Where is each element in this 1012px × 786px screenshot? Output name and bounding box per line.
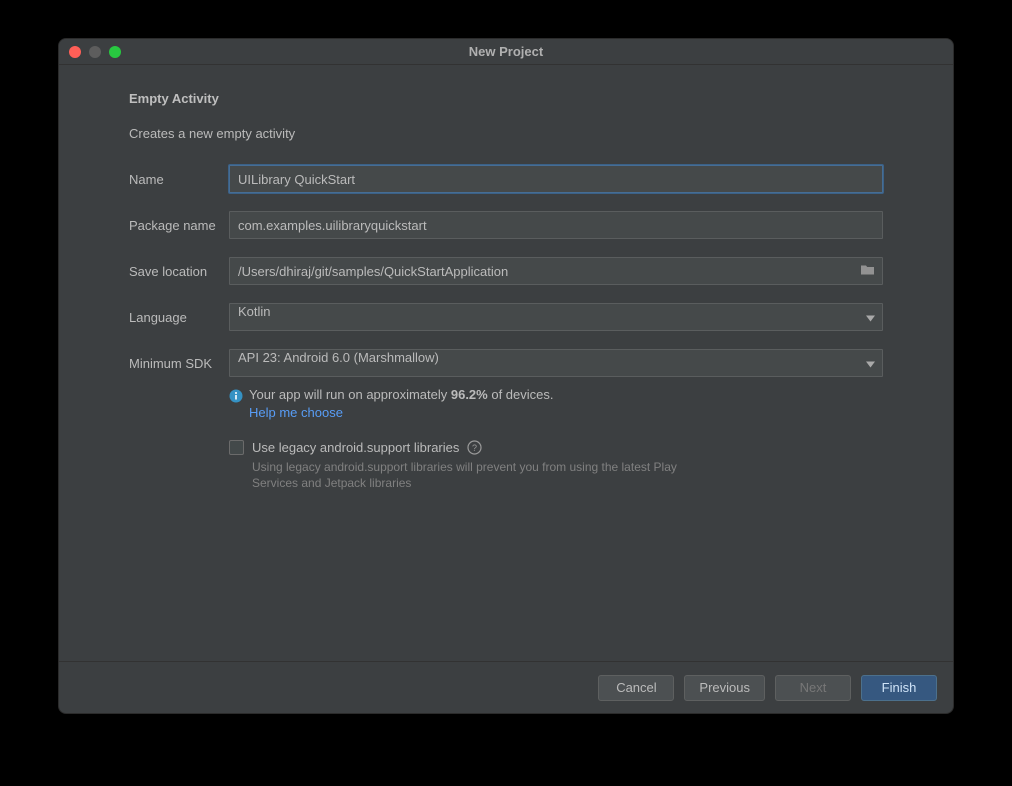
use-legacy-support-hint: Using legacy android.support libraries w… — [252, 459, 692, 491]
save-location-input[interactable] — [229, 257, 883, 285]
browse-folder-icon[interactable] — [860, 264, 875, 279]
dialog-footer: Cancel Previous Next Finish — [59, 661, 953, 713]
svg-text:?: ? — [472, 443, 477, 453]
traffic-lights — [59, 46, 121, 58]
cancel-button[interactable]: Cancel — [598, 675, 674, 701]
device-coverage-percent: 96.2% — [451, 387, 488, 402]
language-select[interactable]: Kotlin — [229, 303, 883, 331]
minimize-window-button[interactable] — [89, 46, 101, 58]
minimum-sdk-select[interactable]: API 23: Android 6.0 (Marshmallow) — [229, 349, 883, 377]
use-legacy-support-checkbox[interactable] — [229, 440, 244, 455]
language-label: Language — [129, 310, 229, 325]
device-coverage-info: Your app will run on approximately 96.2%… — [229, 387, 883, 420]
name-input[interactable] — [229, 165, 883, 193]
help-icon[interactable]: ? — [467, 440, 482, 455]
minimum-sdk-label: Minimum SDK — [129, 356, 229, 371]
previous-button[interactable]: Previous — [684, 675, 765, 701]
help-me-choose-link[interactable]: Help me choose — [249, 405, 343, 420]
new-project-dialog: New Project Empty Activity Creates a new… — [58, 38, 954, 714]
save-location-label: Save location — [129, 264, 229, 279]
package-name-label: Package name — [129, 218, 229, 233]
info-icon — [229, 389, 243, 403]
maximize-window-button[interactable] — [109, 46, 121, 58]
template-description: Creates a new empty activity — [129, 126, 883, 141]
next-button: Next — [775, 675, 851, 701]
language-value: Kotlin — [238, 304, 271, 319]
template-title: Empty Activity — [129, 91, 883, 106]
minimum-sdk-value: API 23: Android 6.0 (Marshmallow) — [238, 350, 439, 365]
name-label: Name — [129, 172, 229, 187]
close-window-button[interactable] — [69, 46, 81, 58]
device-coverage-text: Your app will run on approximately 96.2%… — [249, 387, 554, 402]
window-title: New Project — [59, 44, 953, 59]
dialog-content: Empty Activity Creates a new empty activ… — [59, 65, 953, 661]
titlebar: New Project — [59, 39, 953, 65]
use-legacy-support-label: Use legacy android.support libraries — [252, 440, 459, 455]
package-name-input[interactable] — [229, 211, 883, 239]
finish-button[interactable]: Finish — [861, 675, 937, 701]
